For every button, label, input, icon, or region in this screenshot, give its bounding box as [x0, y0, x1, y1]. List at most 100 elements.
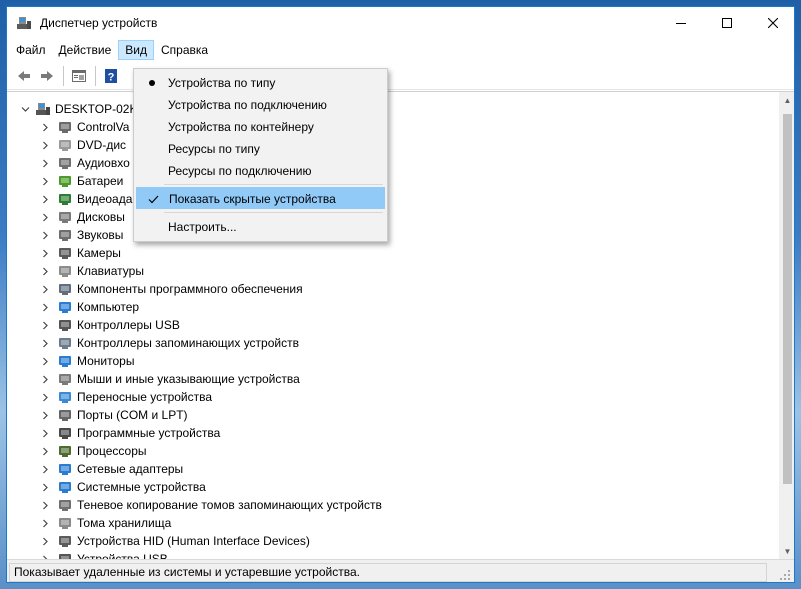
chevron-right-icon[interactable]: [39, 157, 51, 169]
chevron-right-icon[interactable]: [39, 229, 51, 241]
tree-item-label: Клавиатуры: [77, 264, 144, 278]
tree-item[interactable]: Мониторы: [7, 352, 772, 370]
tree-item[interactable]: Звуковы: [7, 226, 772, 244]
chevron-right-icon[interactable]: [39, 211, 51, 223]
back-button[interactable]: [13, 65, 35, 87]
device-tree[interactable]: DESKTOP-02K ControlVa DVD-дис Аудиовхо Бата…: [7, 91, 794, 559]
tree-item[interactable]: Компьютер: [7, 298, 772, 316]
tree-item[interactable]: Устройства HID (Human Interface Devices): [7, 532, 772, 550]
tree-item-label: Теневое копирование томов запоминающих у…: [77, 498, 382, 512]
view-menu-item-by-type[interactable]: Устройства по типу: [136, 72, 385, 94]
tree-item-label: Дисковы: [77, 210, 125, 224]
tree-item-label: Мыши и иные указывающие устройства: [77, 372, 300, 386]
properties-icon: [72, 69, 86, 82]
menu-file[interactable]: Файл: [10, 40, 52, 60]
chevron-right-icon[interactable]: [39, 283, 51, 295]
chevron-right-icon[interactable]: [39, 355, 51, 367]
forward-button[interactable]: [36, 65, 58, 87]
tree-item-label: Контроллеры запоминающих устройств: [77, 336, 299, 350]
chevron-right-icon[interactable]: [39, 247, 51, 259]
vertical-scrollbar[interactable]: ▲ ▼: [779, 92, 794, 559]
tree-root[interactable]: DESKTOP-02K: [7, 100, 772, 118]
chevron-down-icon[interactable]: [19, 103, 31, 115]
tree-item[interactable]: Системные устройства: [7, 478, 772, 496]
title-bar[interactable]: Диспетчер устройств: [7, 7, 794, 39]
menu-help[interactable]: Справка: [155, 40, 214, 60]
tree-item[interactable]: Переносные устройства: [7, 388, 772, 406]
chevron-right-icon[interactable]: [39, 193, 51, 205]
status-bar: Показывает удаленные из системы и устаре…: [7, 559, 794, 582]
tree-item-label: Мониторы: [77, 354, 135, 368]
view-menu-item-customize[interactable]: Настроить...: [136, 216, 385, 238]
view-menu-item-resources-by-type[interactable]: Ресурсы по типу: [136, 138, 385, 160]
software-component-icon: [57, 281, 73, 297]
tree-item[interactable]: Дисковы: [7, 208, 772, 226]
chevron-right-icon[interactable]: [39, 265, 51, 277]
tree-item-label: Видеоада: [77, 192, 133, 206]
menu-action[interactable]: Действие: [53, 40, 118, 60]
tree-item[interactable]: ControlVa: [7, 118, 772, 136]
chevron-right-icon[interactable]: [39, 337, 51, 349]
mouse-icon: [57, 371, 73, 387]
chevron-right-icon[interactable]: [39, 517, 51, 529]
close-icon: [768, 18, 778, 28]
system-device-icon: [57, 479, 73, 495]
tree-item[interactable]: Контроллеры запоминающих устройств: [7, 334, 772, 352]
resize-grip-icon[interactable]: [778, 568, 792, 582]
tree-item[interactable]: Аудиовхо: [7, 154, 772, 172]
keyboard-icon: [57, 263, 73, 279]
tree-item[interactable]: Камеры: [7, 244, 772, 262]
chevron-right-icon[interactable]: [39, 409, 51, 421]
tree-item[interactable]: DVD-дис: [7, 136, 772, 154]
help-button[interactable]: ?: [100, 65, 122, 87]
chevron-right-icon[interactable]: [39, 445, 51, 457]
chevron-right-icon[interactable]: [39, 391, 51, 403]
view-menu-item-resources-by-connection[interactable]: Ресурсы по подключению: [136, 160, 385, 182]
chevron-right-icon[interactable]: [39, 373, 51, 385]
chevron-right-icon[interactable]: [39, 301, 51, 313]
maximize-button[interactable]: [704, 7, 750, 39]
minimize-button[interactable]: [658, 7, 704, 39]
shadow-copy-icon: [57, 497, 73, 513]
tree-item[interactable]: Тома хранилища: [7, 514, 772, 532]
chevron-right-icon[interactable]: [39, 535, 51, 547]
view-menu-item-by-connection[interactable]: Устройства по подключению: [136, 94, 385, 116]
chevron-right-icon[interactable]: [39, 481, 51, 493]
svg-text:?: ?: [108, 71, 115, 83]
scrollbar-thumb[interactable]: [783, 114, 792, 484]
chevron-right-icon[interactable]: [39, 463, 51, 475]
view-menu-item-by-container[interactable]: Устройства по контейнеру: [136, 116, 385, 138]
chevron-right-icon[interactable]: [39, 427, 51, 439]
chevron-right-icon[interactable]: [39, 175, 51, 187]
hid-icon: [57, 533, 73, 549]
tree-item[interactable]: Видеоада: [7, 190, 772, 208]
chevron-right-icon[interactable]: [39, 121, 51, 133]
tree-item[interactable]: Сетевые адаптеры: [7, 460, 772, 478]
tree-item[interactable]: Процессоры: [7, 442, 772, 460]
tree-item[interactable]: Теневое копирование томов запоминающих у…: [7, 496, 772, 514]
tree-item-label: Аудиовхо: [77, 156, 130, 170]
tree-item-label: ControlVa: [77, 120, 130, 134]
disk-drive-icon: [57, 209, 73, 225]
tree-item[interactable]: Клавиатуры: [7, 262, 772, 280]
menu-view[interactable]: Вид: [118, 40, 154, 60]
tree-item[interactable]: Компоненты программного обеспечения: [7, 280, 772, 298]
chevron-right-icon[interactable]: [39, 319, 51, 331]
tree-item[interactable]: Порты (COM и LPT): [7, 406, 772, 424]
scroll-up-arrow-icon[interactable]: ▲: [779, 92, 794, 109]
view-menu-item-show-hidden[interactable]: Показать скрытые устройства: [136, 187, 385, 209]
chevron-right-icon[interactable]: [39, 139, 51, 151]
tree-item-label: Переносные устройства: [77, 390, 213, 404]
controlvault-icon: [57, 119, 73, 135]
toolbar-separator: [95, 65, 96, 86]
properties-button[interactable]: [68, 65, 90, 87]
tree-item[interactable]: Мыши и иные указывающие устройства: [7, 370, 772, 388]
battery-icon: [57, 173, 73, 189]
tree-item[interactable]: Устройства USB: [7, 550, 772, 559]
close-button[interactable]: [750, 7, 794, 39]
tree-item[interactable]: Контроллеры USB: [7, 316, 772, 334]
tree-item[interactable]: Батареи: [7, 172, 772, 190]
chevron-right-icon[interactable]: [39, 499, 51, 511]
scroll-down-arrow-icon[interactable]: ▼: [779, 543, 794, 559]
tree-item[interactable]: Программные устройства: [7, 424, 772, 442]
